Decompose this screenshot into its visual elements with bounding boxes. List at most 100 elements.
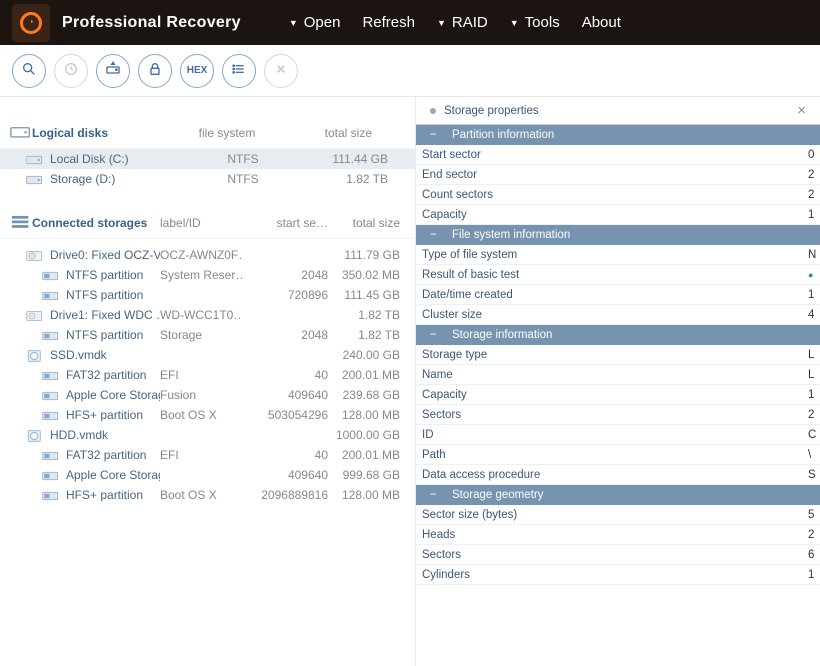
property-key: Capacity — [422, 389, 808, 401]
col-size: total size — [328, 216, 400, 230]
disk-size: 1.82 TB — [298, 172, 388, 186]
drive-icon — [26, 249, 44, 261]
properties-list: −Partition informationStart sector0End s… — [416, 125, 820, 585]
col-startsector: start se… — [242, 216, 328, 230]
item-label: OCZ-AWNZ0F… — [160, 248, 242, 262]
disk-fs: NTFS — [188, 172, 298, 186]
item-start: 2048 — [242, 328, 328, 342]
item-start: 2048 — [242, 268, 328, 282]
item-start: 409640 — [242, 468, 328, 482]
partition-row[interactable]: NTFS partitionStorage20481.82 TB — [0, 325, 415, 345]
item-name: Apple Core Storage… — [66, 388, 160, 402]
property-key: Storage type — [422, 349, 808, 361]
toolbar-list-button[interactable] — [222, 54, 256, 88]
item-size: 111.79 GB — [328, 248, 400, 262]
partition-row[interactable]: HFS+ partitionBoot OS X503054296128.00 M… — [0, 405, 415, 425]
property-value: \ — [808, 449, 820, 461]
part-icon — [42, 269, 60, 281]
toolbar-close-button — [264, 54, 298, 88]
item-name: Apple Core Storage… — [66, 468, 160, 482]
connected-storages-icon — [10, 215, 32, 230]
menu-refresh[interactable]: Refresh — [362, 14, 415, 31]
partition-row[interactable]: FAT32 partitionEFI40200.01 MB — [0, 445, 415, 465]
storage-row[interactable]: Drive0: Fixed OCZ-V…OCZ-AWNZ0F… 111.79 GB — [0, 245, 415, 265]
toolbar-search-button[interactable] — [12, 54, 46, 88]
property-row: Heads2 — [416, 525, 820, 545]
connected-storages-title: Connected storages — [32, 216, 160, 230]
partition-row[interactable]: NTFS partitionSystem Reser…2048350.02 MB — [0, 265, 415, 285]
part-icon — [42, 449, 60, 461]
property-value: S — [808, 469, 820, 481]
toolbar-eject-button[interactable] — [96, 54, 130, 88]
item-label: Boot OS X — [160, 408, 242, 422]
item-label: Storage — [160, 328, 242, 342]
prop-group-header[interactable]: −Storage information — [416, 325, 820, 345]
property-value: 2 — [808, 189, 820, 201]
property-value: 2 — [808, 409, 820, 421]
property-key: Name — [422, 369, 808, 381]
partition-row[interactable]: Apple Core Storage… 409640999.68 GB — [0, 465, 415, 485]
property-value: 1 — [808, 569, 820, 581]
menu-label: RAID — [452, 14, 488, 31]
properties-tab[interactable]: Storage properties × — [416, 97, 820, 125]
property-row: Sector size (bytes)5 — [416, 505, 820, 525]
item-size: 128.00 MB — [328, 488, 400, 502]
storage-row[interactable]: SSD.vmdk240.00 GB — [0, 345, 415, 365]
collapse-icon: − — [430, 329, 444, 341]
vmdk-icon — [26, 349, 44, 361]
item-start: 2096889816 — [242, 488, 328, 502]
item-label: Boot OS X — [160, 488, 242, 502]
menu-tools[interactable]: ▼Tools — [510, 14, 560, 31]
property-value: 5 — [808, 509, 820, 521]
toolbar: HEX — [0, 45, 820, 97]
item-size: 999.68 GB — [328, 468, 400, 482]
item-size: 200.01 MB — [328, 448, 400, 462]
item-size: 239.68 GB — [328, 388, 400, 402]
item-name: Drive0: Fixed OCZ-V… — [50, 248, 160, 262]
property-value: 6 — [808, 549, 820, 561]
prop-group-header[interactable]: −Storage geometry — [416, 485, 820, 505]
logical-disk-row[interactable]: Storage (D:) NTFS1.82 TB — [0, 169, 415, 189]
property-value: 1 — [808, 389, 820, 401]
drive-icon — [26, 309, 44, 321]
col-totalsize: total size — [282, 126, 372, 140]
connected-storages-list: Drive0: Fixed OCZ-V…OCZ-AWNZ0F… 111.79 GB… — [0, 239, 415, 505]
property-key: Path — [422, 449, 808, 461]
menu-label: Tools — [525, 14, 560, 31]
toolbar-hex-button[interactable]: HEX — [180, 54, 214, 88]
property-key: Type of file system — [422, 249, 808, 261]
item-size: 1.82 TB — [328, 308, 400, 322]
partition-row[interactable]: FAT32 partitionEFI40200.01 MB — [0, 365, 415, 385]
logical-disks-list: Local Disk (C:)NTFS111.44 GBStorage (D:)… — [0, 149, 415, 189]
property-row: Capacity1 — [416, 205, 820, 225]
property-row: Result of basic test● — [416, 265, 820, 285]
toolbar-lock-button[interactable] — [138, 54, 172, 88]
prop-group-header[interactable]: −File system information — [416, 225, 820, 245]
col-label: label/ID — [160, 216, 242, 230]
left-pane: Logical disks file system total size Loc… — [0, 97, 416, 666]
property-key: Sectors — [422, 549, 808, 561]
connected-storages-header: Connected storages label/ID start se… to… — [0, 207, 415, 239]
property-key: Data access procedure — [422, 469, 808, 481]
storage-row[interactable]: Drive1: Fixed WDC …WD-WCC1T0…1.82 TB — [0, 305, 415, 325]
properties-tab-title: Storage properties — [444, 105, 539, 117]
item-name: HFS+ partition — [66, 488, 143, 502]
menu-open[interactable]: ▼Open — [289, 14, 341, 31]
logical-disk-row[interactable]: Local Disk (C:)NTFS111.44 GB — [0, 149, 415, 169]
menu-about[interactable]: About — [582, 14, 621, 31]
partition-row[interactable]: HFS+ partition Boot OS X2096889816128.00 … — [0, 485, 415, 505]
prop-group-header[interactable]: −Partition information — [416, 125, 820, 145]
disk-name: Local Disk (C:) — [50, 152, 129, 166]
disk-name: Storage (D:) — [50, 172, 115, 186]
property-row: End sector2 — [416, 165, 820, 185]
item-start: 409640 — [242, 388, 328, 402]
collapse-icon: − — [430, 129, 444, 141]
collapse-icon: − — [430, 489, 444, 501]
partition-row[interactable]: NTFS partition720896111.45 GB — [0, 285, 415, 305]
item-size: 128.00 MB — [328, 408, 400, 422]
close-tab-button[interactable]: × — [797, 102, 806, 119]
group-title: Storage information — [452, 329, 552, 341]
partition-row[interactable]: Apple Core Storage…Fusion409640239.68 GB — [0, 385, 415, 405]
menu-raid[interactable]: ▼RAID — [437, 14, 488, 31]
storage-row[interactable]: HDD.vmdk1000.00 GB — [0, 425, 415, 445]
